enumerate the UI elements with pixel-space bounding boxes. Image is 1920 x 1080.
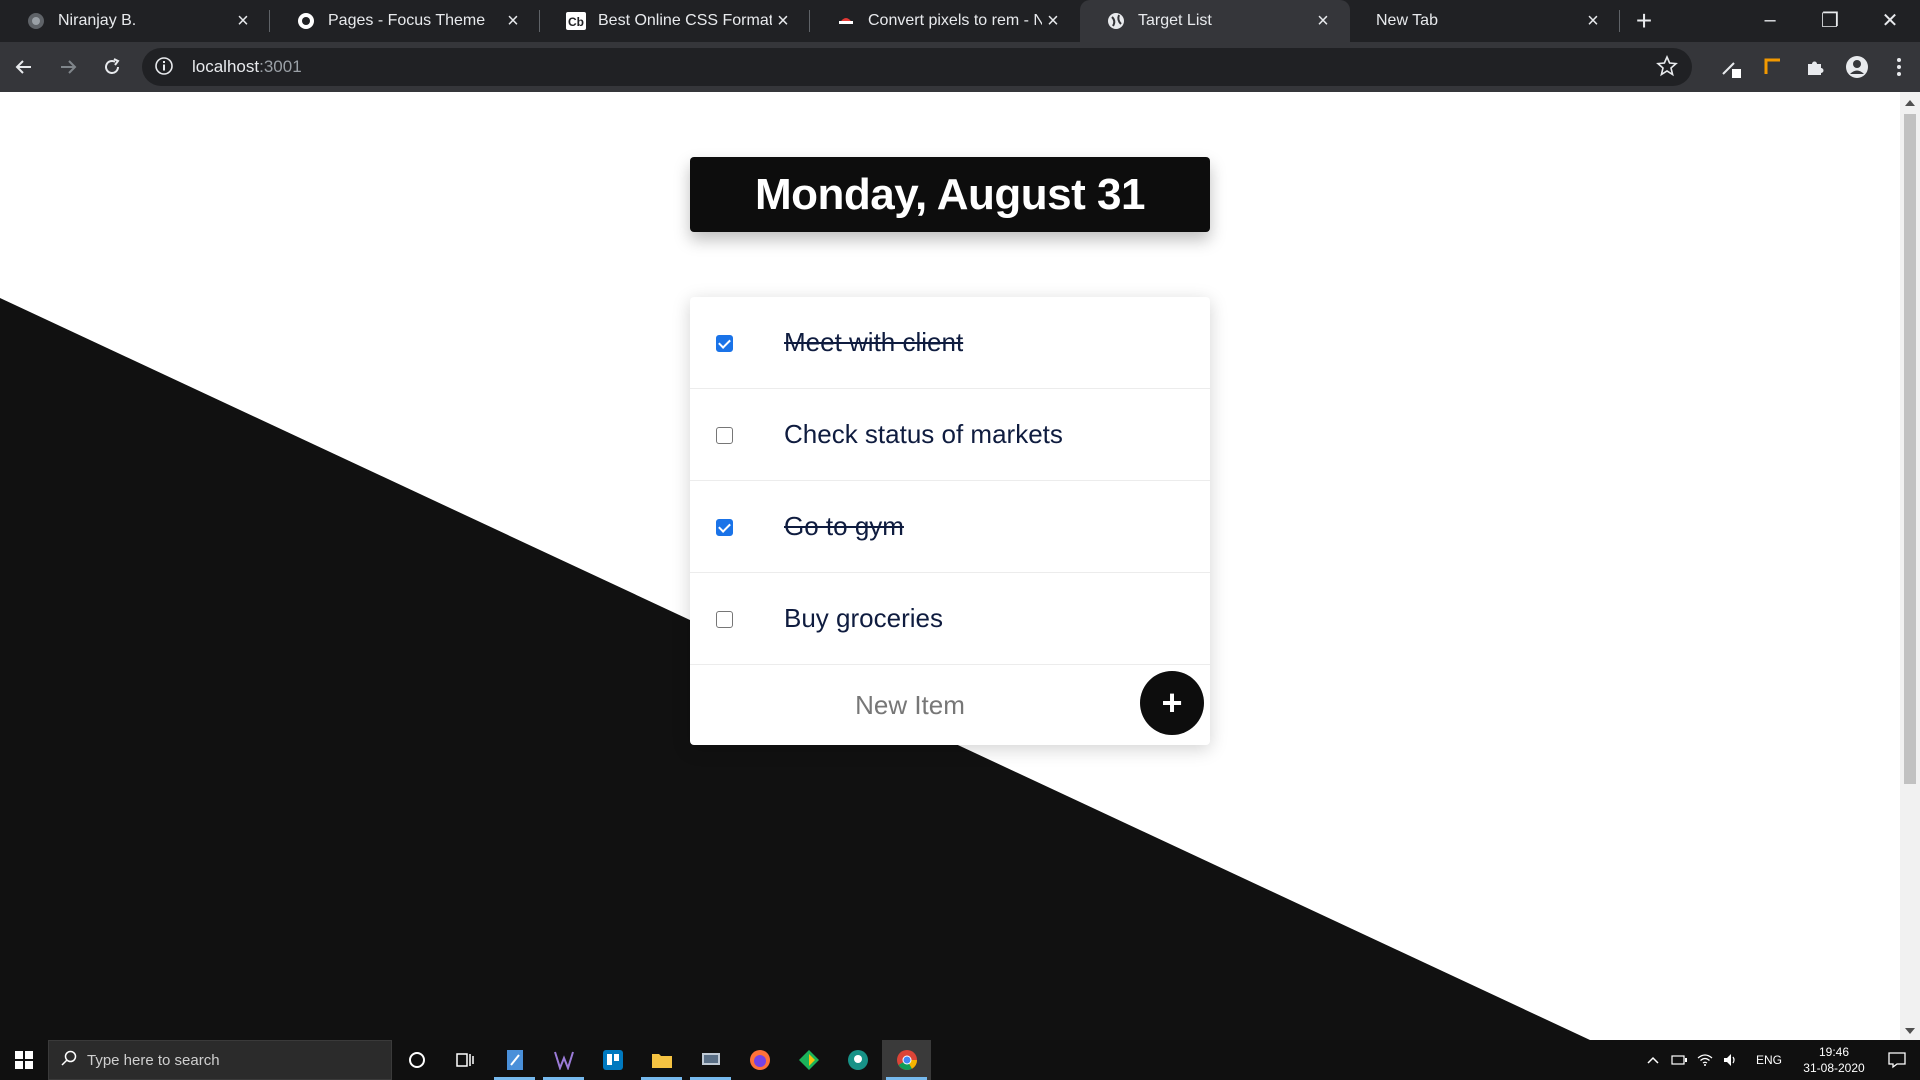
language-indicator[interactable]: ENG [1744, 1053, 1794, 1067]
info-icon[interactable] [154, 56, 176, 78]
network-app-icon[interactable] [686, 1040, 735, 1080]
todo-label: Buy groceries [784, 603, 943, 633]
close-icon[interactable]: × [232, 10, 254, 33]
new-item-input[interactable] [730, 687, 1090, 723]
puzzle-icon[interactable] [1794, 56, 1836, 78]
circle-logo-icon [296, 11, 316, 31]
tab-title: Pages - Focus Theme [328, 12, 486, 29]
todo-list: Meet with client Check status of markets… [690, 297, 1210, 745]
tab-title: Niranjay B. [58, 12, 137, 29]
taskbar-search[interactable]: Type here to search [48, 1040, 392, 1080]
pen-extension-icon[interactable] [1710, 56, 1752, 78]
chevron-up-icon[interactable] [1640, 1056, 1666, 1064]
trello-icon[interactable] [588, 1040, 637, 1080]
page-viewport: Monday, August 31 Meet with client Check… [0, 92, 1900, 1040]
gitkraken-icon[interactable] [833, 1040, 882, 1080]
ninja-icon [836, 11, 856, 31]
clock[interactable]: 19:46 31-08-2020 [1794, 1044, 1874, 1076]
new-item-row: + [690, 665, 1210, 745]
todo-checkbox[interactable] [716, 519, 733, 536]
measure-extension-icon[interactable] [1752, 56, 1794, 78]
tab-separator [1619, 10, 1620, 32]
address-port: :3001 [259, 57, 302, 76]
globe-icon [1106, 11, 1126, 31]
cortana-icon[interactable] [392, 1040, 441, 1080]
git-app-icon[interactable] [784, 1040, 833, 1080]
svg-text:Cb: Cb [568, 15, 584, 29]
firefox-icon[interactable] [735, 1040, 784, 1080]
todo-checkbox[interactable] [716, 611, 733, 628]
tab-target-list[interactable]: Target List × [1080, 0, 1350, 42]
todo-label: Go to gym [784, 511, 904, 541]
add-item-button[interactable]: + [1140, 671, 1204, 735]
list-item[interactable]: Buy groceries [690, 573, 1210, 665]
search-icon [61, 1050, 77, 1070]
clock-time: 19:46 [1818, 1045, 1850, 1059]
menu-icon[interactable] [1878, 57, 1920, 77]
list-item[interactable]: Meet with client [690, 297, 1210, 389]
close-icon[interactable]: × [1582, 10, 1604, 33]
windows-start-icon[interactable] [0, 1040, 48, 1080]
scrollbar-thumb[interactable] [1904, 114, 1916, 784]
clock-date: 31-08-2020 [1803, 1061, 1865, 1075]
chrome-icon[interactable] [882, 1040, 931, 1080]
battery-icon[interactable] [1666, 1055, 1692, 1065]
close-window-icon[interactable]: ✕ [1860, 0, 1920, 40]
todo-checkbox[interactable] [716, 427, 733, 444]
close-icon[interactable]: × [772, 10, 794, 33]
close-icon[interactable]: × [502, 10, 524, 33]
restore-icon[interactable]: ❐ [1800, 0, 1860, 40]
tab-px-to-rem[interactable]: Convert pixels to rem - Niran × [810, 0, 1080, 42]
tab-css-formatter[interactable]: Cb Best Online CSS Formatter × [540, 0, 810, 42]
search-placeholder: Type here to search [87, 1051, 220, 1069]
todo-label: Meet with client [784, 327, 964, 357]
volume-icon[interactable] [1718, 1053, 1744, 1067]
tab-niranjay[interactable]: Niranjay B. × [0, 0, 270, 42]
tab-strip: Niranjay B. × Pages - Focus Theme × Cb B… [0, 0, 1920, 42]
page-title: Monday, August 31 [755, 169, 1145, 219]
scroll-up-icon[interactable] [1905, 100, 1915, 106]
list-item[interactable]: Go to gym [690, 481, 1210, 573]
date-header: Monday, August 31 [690, 157, 1210, 232]
globe-icon [26, 11, 46, 31]
address-host: localhost [192, 57, 260, 76]
system-tray: ENG 19:46 31-08-2020 [1640, 1040, 1920, 1080]
bookmark-star-icon[interactable] [1656, 54, 1678, 82]
browser-toolbar: localhost:3001 [0, 42, 1920, 92]
tab-pages-focus[interactable]: Pages - Focus Theme × [270, 0, 540, 42]
profile-icon[interactable] [1836, 55, 1878, 79]
gaming-app-icon[interactable] [539, 1040, 588, 1080]
todo-label: Check status of markets [784, 419, 1063, 449]
notifications-icon[interactable] [1874, 1051, 1920, 1069]
tab-title: New Tab [1376, 12, 1438, 29]
tab-title: Convert pixels to rem - Niran [868, 12, 1042, 29]
minimize-icon[interactable]: – [1740, 0, 1800, 40]
extensions-area [1710, 42, 1920, 92]
scroll-down-icon[interactable] [1905, 1028, 1915, 1034]
forward-icon[interactable] [48, 47, 88, 87]
task-view-icon[interactable] [441, 1040, 490, 1080]
address-bar[interactable]: localhost:3001 [142, 48, 1692, 86]
tab-new-tab[interactable]: New Tab × [1350, 0, 1620, 42]
back-icon[interactable] [4, 47, 44, 87]
close-icon[interactable]: × [1312, 10, 1334, 33]
list-item[interactable]: Check status of markets [690, 389, 1210, 481]
page-scrollbar[interactable] [1900, 92, 1920, 1040]
close-icon[interactable]: × [1042, 10, 1064, 33]
tab-title: Best Online CSS Formatter [598, 12, 772, 29]
cb-logo-icon: Cb [566, 11, 586, 31]
windows-taskbar: Type here to search ENG 19:46 31-08-2020 [0, 1040, 1920, 1080]
window-controls: – ❐ ✕ [1740, 0, 1920, 42]
todo-checkbox[interactable] [716, 335, 733, 352]
wifi-icon[interactable] [1692, 1054, 1718, 1066]
notes-app-icon[interactable] [490, 1040, 539, 1080]
tab-title: Target List [1138, 12, 1212, 29]
reload-icon[interactable] [92, 47, 132, 87]
file-explorer-icon[interactable] [637, 1040, 686, 1080]
new-tab-button[interactable]: + [1620, 0, 1668, 42]
